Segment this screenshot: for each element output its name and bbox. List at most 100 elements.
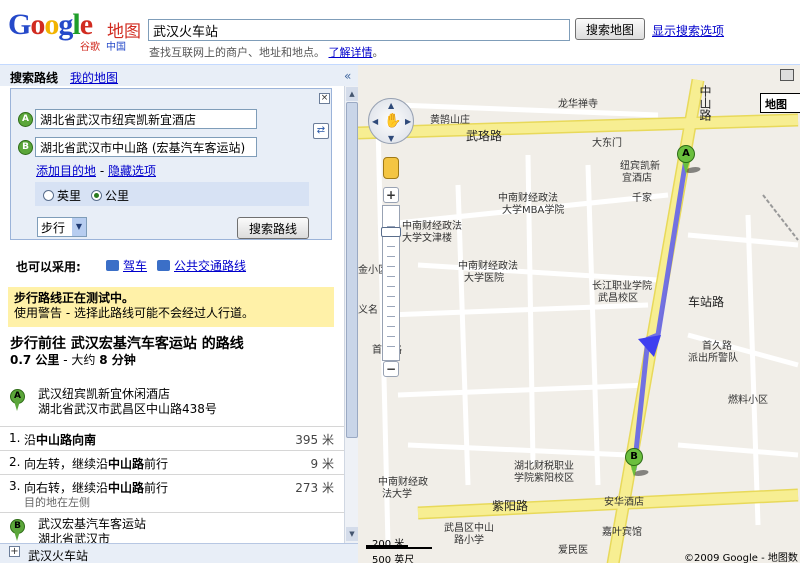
step-row[interactable]: 1. 沿中山路向南 395 米 <box>0 426 344 448</box>
map-label: 湖北财税职业 <box>514 461 574 472</box>
map-label: 首久路 <box>702 341 732 352</box>
unit-options: 英里 公里 <box>35 182 309 206</box>
map-road-label: 紫阳路 <box>492 499 529 513</box>
map-label: 龙华禅寺 <box>558 99 598 110</box>
map-label: 中南财经政法 <box>402 221 462 232</box>
street-view-pegman-icon[interactable] <box>383 157 399 179</box>
hand-icon: ✋ <box>384 113 402 129</box>
saved-search-bar: + 武汉火车站 <box>0 543 358 563</box>
show-search-options-link[interactable]: 显示搜索选项 <box>652 22 724 39</box>
directions-summary: 0.7 公里 - 大约 8 分钟 <box>10 353 136 367</box>
map-label: 燃料小区 <box>728 395 768 406</box>
pan-right-icon[interactable]: ▶ <box>405 117 411 126</box>
hide-options-link[interactable]: 隐藏选项 <box>108 164 156 178</box>
logo-sub-cn: 谷歌 <box>80 42 100 53</box>
map-road-label: 武珞路 <box>466 129 503 143</box>
step-row[interactable]: 3. 向右转，继续沿中山路前行 273 米 目的地在左侧 <box>0 474 344 510</box>
tab-my-maps[interactable]: 我的地图 <box>70 69 118 86</box>
marker-b-icon: B <box>18 140 33 155</box>
pan-down-icon[interactable]: ▼ <box>388 134 394 143</box>
form-links: 添加目的地 - 隐藏选项 <box>36 164 156 178</box>
bus-icon <box>157 260 170 271</box>
map-roads <box>358 78 799 563</box>
tab-directions[interactable]: 搜索路线 <box>10 69 58 86</box>
end-address-input[interactable] <box>35 137 257 157</box>
map-label: 大学文津楼 <box>402 233 452 244</box>
start-pin-icon: A <box>10 389 25 411</box>
end-place[interactable]: 武汉宏基汽车客运站 湖北省武汉市 <box>38 517 146 543</box>
travel-mode-select[interactable]: 步行 ▼ <box>37 217 87 237</box>
search-route-button[interactable]: 搜索路线 <box>237 217 309 239</box>
map-label: 学院紫阳校区 <box>514 473 574 484</box>
marker-a-icon: A <box>18 112 33 127</box>
pan-control[interactable]: ▲ ▼ ◀ ▶ ✋ <box>368 98 414 144</box>
expand-icon[interactable]: + <box>9 546 20 557</box>
alternatives-label: 也可以采用: <box>16 260 81 274</box>
map-pin-end[interactable]: B <box>625 448 651 480</box>
map-label: 义名 <box>358 305 378 316</box>
product-name: 地图 <box>107 22 141 42</box>
map-label: 爱民医 <box>558 545 588 556</box>
radio-off-icon <box>43 190 54 201</box>
unit-miles-radio[interactable]: 英里 <box>43 187 81 204</box>
divider <box>0 512 344 513</box>
map-label: 武昌校区 <box>598 293 638 304</box>
directions-panel: × A B ⇄ 添加目的地 - 隐藏选项 英里 公里 步行 ▼ 搜索路线 也可以… <box>0 86 344 543</box>
scroll-up-icon[interactable]: ▲ <box>346 87 358 101</box>
map-label: 法大学 <box>382 489 412 500</box>
map-road-label: 车站路 <box>688 295 725 309</box>
search-hint: 查找互联网上的商户、地址和地点。 了解详情。 <box>149 46 384 59</box>
step-row[interactable]: 2. 向左转，继续沿中山路前行 9 米 <box>0 450 344 472</box>
map-label: 派出所警队 <box>688 353 738 364</box>
map-label: 纽宾凯新 <box>620 161 660 172</box>
map-label: 长江职业学院 <box>592 281 652 292</box>
collapse-panel-icon[interactable]: « <box>344 69 351 83</box>
end-pin-icon: B <box>10 519 25 541</box>
pan-up-icon[interactable]: ▲ <box>388 101 394 110</box>
zoom-slider-handle[interactable] <box>381 227 401 237</box>
map-pin-start[interactable]: A <box>677 145 703 177</box>
directions-form: × A B ⇄ 添加目的地 - 隐藏选项 英里 公里 步行 ▼ 搜索路线 <box>10 88 332 240</box>
map-label: 安华酒店 <box>604 497 644 508</box>
map-copyright: ©2009 Google - 地图数 <box>684 553 798 563</box>
map-label: 宜酒店 <box>622 173 652 184</box>
car-icon <box>106 260 119 271</box>
zoom-out-button[interactable]: − <box>383 361 399 377</box>
map-road-label: 中山路 <box>698 85 712 121</box>
start-place[interactable]: 武汉纽宾凯新宜休闲酒店 湖北省武汉市武昌区中山路438号 <box>38 387 217 417</box>
transit-option-link[interactable]: 公共交通路线 <box>157 257 246 274</box>
add-destination-link[interactable]: 添加目的地 <box>36 164 96 178</box>
map-label: 中南财经政 <box>378 477 428 488</box>
close-icon[interactable]: × <box>319 93 330 104</box>
map-label: 千家 <box>632 193 652 204</box>
swap-addresses-icon[interactable]: ⇄ <box>313 123 329 139</box>
learn-more-link[interactable]: 了解详情 <box>329 46 373 59</box>
map-label: 中南财经政法 <box>458 261 518 272</box>
scroll-thumb[interactable] <box>346 102 358 438</box>
saved-search-label[interactable]: 武汉火车站 <box>28 547 88 563</box>
map-label: 路小学 <box>454 535 484 546</box>
directions-title: 步行前往 武汉宏基汽车客运站 的路线 <box>10 336 244 352</box>
google-logo[interactable]: Google <box>8 10 93 40</box>
map-label: 大学医院 <box>464 273 504 284</box>
search-input[interactable] <box>148 19 570 41</box>
radio-on-icon <box>91 190 102 201</box>
map-type-button[interactable]: 地图 <box>760 93 800 113</box>
start-address-input[interactable] <box>35 109 257 129</box>
chevron-down-icon: ▼ <box>72 218 86 236</box>
search-map-button[interactable]: 搜索地图 <box>575 18 645 40</box>
pan-left-icon[interactable]: ◀ <box>372 117 378 126</box>
zoom-in-button[interactable]: + <box>383 187 399 203</box>
map-canvas[interactable]: 地图 龙华禅寺 黄鹄山庄 武珞路 大东门 纽宾凯新 宜酒店 千家 中山路 中南财… <box>358 64 800 563</box>
map-label: 中南财经政法 <box>498 193 558 204</box>
walking-warning: 步行路线正在测试中。 使用警告 - 选择此路线可能不会经过人行道。 <box>8 287 334 327</box>
header: Google 谷歌 中国 地图 搜索地图 显示搜索选项 查找互联网上的商户、地址… <box>0 0 800 64</box>
map-label: 大学MBA学院 <box>502 205 565 216</box>
panel-tabs: 搜索路线 我的地图 « <box>0 64 358 86</box>
unit-km-radio[interactable]: 公里 <box>91 187 129 204</box>
print-icon[interactable] <box>780 69 794 81</box>
drive-option-link[interactable]: 驾车 <box>106 257 147 274</box>
scroll-down-icon[interactable]: ▼ <box>346 527 358 541</box>
panel-scrollbar[interactable]: ▲ ▼ <box>344 86 358 543</box>
map-label: 黄鹄山庄 <box>430 115 470 126</box>
